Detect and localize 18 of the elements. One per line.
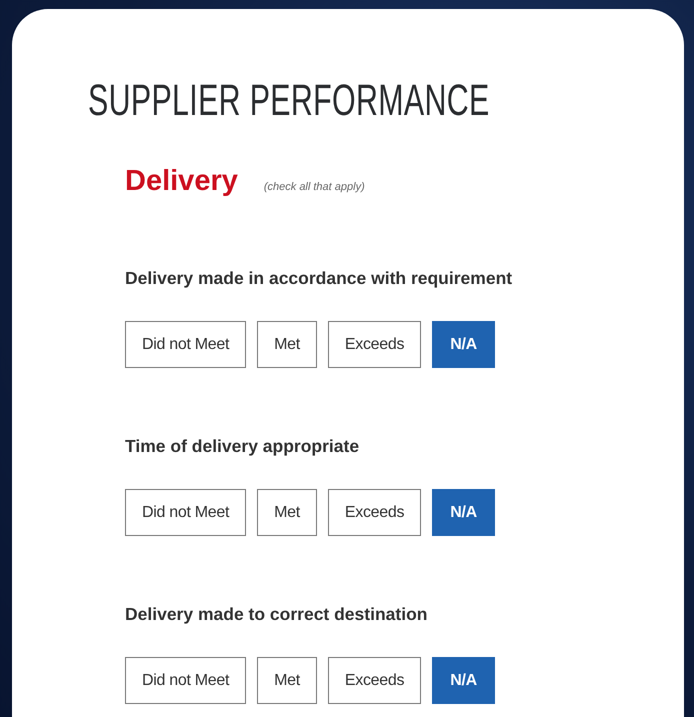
rating-option[interactable]: Did not Meet bbox=[125, 321, 246, 368]
section-heading: Delivery bbox=[125, 165, 238, 198]
section-note: (check all that apply) bbox=[264, 181, 365, 193]
rating-option[interactable]: Met bbox=[257, 321, 317, 368]
question-label: Delivery made to correct destination bbox=[125, 604, 428, 625]
rating-option[interactable]: Exceeds bbox=[328, 321, 422, 368]
rating-option[interactable]: Met bbox=[257, 489, 317, 536]
rating-option[interactable]: N/A bbox=[432, 489, 495, 536]
rating-option[interactable]: Exceeds bbox=[328, 657, 422, 704]
rating-option[interactable]: Did not Meet bbox=[125, 657, 246, 704]
rating-option[interactable]: N/A bbox=[432, 657, 495, 704]
page-title: SUPPLIER PERFORMANCE bbox=[88, 77, 490, 125]
rating-option[interactable]: N/A bbox=[432, 321, 495, 368]
rating-option[interactable]: Exceeds bbox=[328, 489, 422, 536]
question-label: Time of delivery appropriate bbox=[125, 436, 360, 457]
question-label: Delivery made in accordance with requirement bbox=[125, 268, 514, 289]
rating-option[interactable]: Did not Meet bbox=[125, 489, 246, 536]
rating-option[interactable]: Met bbox=[257, 657, 317, 704]
